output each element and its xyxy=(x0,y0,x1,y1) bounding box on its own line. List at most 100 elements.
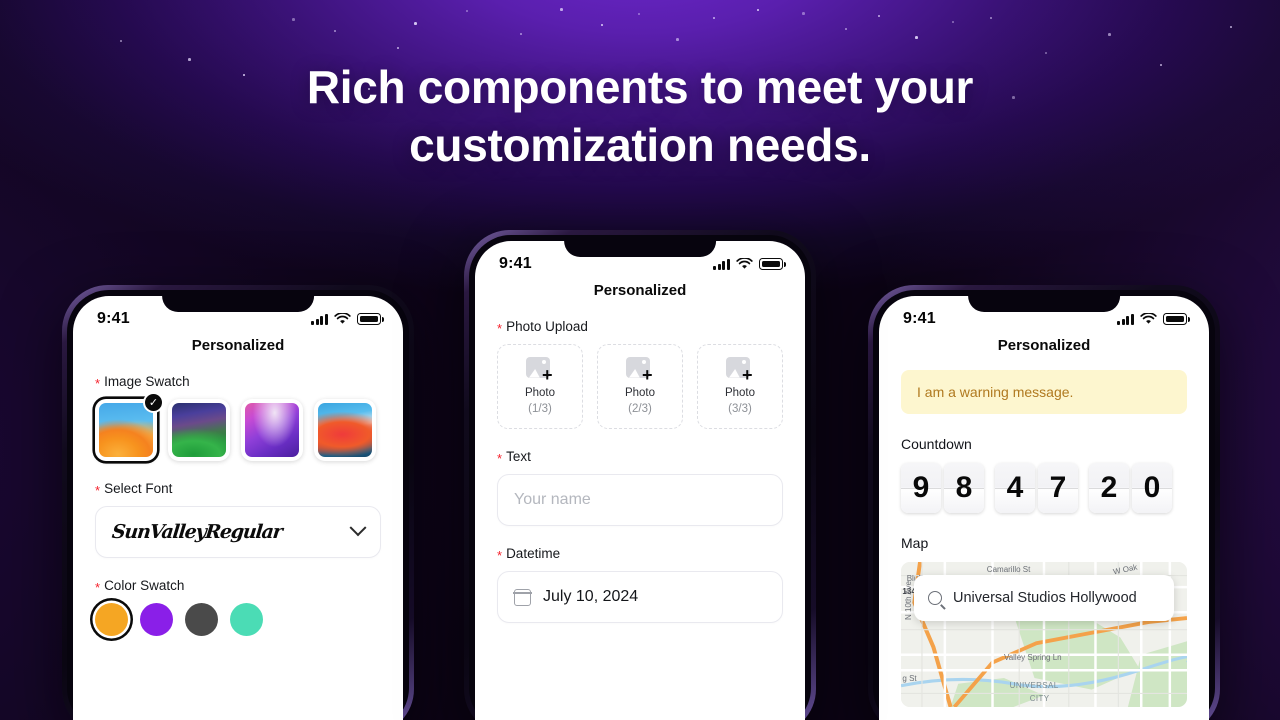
photo-upload-slot-2[interactable]: + Photo (2/3) xyxy=(597,344,683,429)
image-swatch-option-2[interactable] xyxy=(168,399,230,461)
map-widget[interactable]: Camarillo St Bluff St W Oak 134 N 10th A… xyxy=(901,562,1187,707)
image-swatch-option-1[interactable]: ✓ xyxy=(95,392,164,461)
countdown-digit: 7 xyxy=(1038,463,1078,513)
photo-upload-group: + Photo (1/3) + Photo (2/3) + Photo (3/3… xyxy=(497,344,783,429)
check-icon: ✓ xyxy=(143,392,164,413)
photo-upload-slot-3[interactable]: + Photo (3/3) xyxy=(697,344,783,429)
phone-center-body: * Photo Upload + Photo (1/3) + Photo (2/… xyxy=(475,319,805,623)
map-label: Map xyxy=(901,535,929,551)
map-search-box[interactable]: Universal Studios Hollywood xyxy=(914,575,1174,621)
select-font-dropdown[interactable]: SunValleyRegular xyxy=(95,506,381,558)
required-asterisk: * xyxy=(497,451,503,466)
battery-icon xyxy=(759,258,786,270)
status-icons xyxy=(1117,313,1190,325)
image-swatch-label: * Image Swatch xyxy=(95,374,381,391)
cellular-bars-icon xyxy=(1117,313,1134,325)
select-font-value: SunValleyRegular xyxy=(110,521,283,543)
cellular-bars-icon xyxy=(713,258,730,270)
countdown-digit: 4 xyxy=(995,463,1035,513)
search-icon xyxy=(928,591,942,605)
countdown-widget: 9 8 4 7 2 0 xyxy=(901,463,1187,513)
status-icons xyxy=(713,258,786,270)
image-plus-icon: + xyxy=(726,356,754,384)
image-swatch-option-3[interactable] xyxy=(241,399,303,461)
color-swatch-option-3[interactable] xyxy=(185,603,218,636)
page-headline: Rich components to meet your customizati… xyxy=(0,58,1280,175)
countdown-group-2: 4 7 xyxy=(995,463,1078,513)
calendar-icon xyxy=(513,588,532,606)
required-asterisk: * xyxy=(497,321,503,336)
battery-icon xyxy=(1163,313,1190,325)
map-street-label: Valley Spring Ln xyxy=(1003,653,1062,663)
photo-slot-title: Photo xyxy=(624,386,656,399)
status-time: 9:41 xyxy=(499,255,532,272)
nav-title: Personalized xyxy=(191,337,285,354)
image-plus-icon: + xyxy=(526,356,554,384)
text-field-label: * Text xyxy=(497,449,783,466)
warning-message: I am a warning message. xyxy=(917,384,1074,400)
phone-right-body: I am a warning message. Countdown 9 8 4 … xyxy=(879,370,1209,707)
required-asterisk: * xyxy=(95,376,101,391)
image-plus-icon: + xyxy=(626,356,654,384)
phone-left-body: * Image Swatch ✓ * Select Font SunValley… xyxy=(73,374,403,636)
label-text: Image Swatch xyxy=(104,374,190,389)
color-swatch-option-4[interactable] xyxy=(230,603,263,636)
required-asterisk: * xyxy=(95,580,101,595)
nav-title: Personalized xyxy=(997,337,1091,354)
color-swatch-option-1[interactable] xyxy=(95,603,128,636)
phone-left-screen: 9:41 Personalized * Image Swatch ✓ * Sel… xyxy=(73,296,403,720)
map-street-label: Camarillo St xyxy=(986,564,1031,574)
wallpaper-ventura-thumb xyxy=(99,403,153,457)
countdown-digit: 8 xyxy=(944,463,984,513)
status-icons xyxy=(311,313,384,325)
wifi-icon xyxy=(334,313,351,324)
required-asterisk: * xyxy=(497,548,503,563)
map-search-value: Universal Studios Hollywood xyxy=(953,590,1137,606)
photo-upload-slot-1[interactable]: + Photo (1/3) xyxy=(497,344,583,429)
countdown-digit: 2 xyxy=(1089,463,1129,513)
datetime-picker[interactable]: July 10, 2024 xyxy=(497,571,783,623)
photo-upload-label: * Photo Upload xyxy=(497,319,783,336)
countdown-digit: 0 xyxy=(1132,463,1172,513)
countdown-label: Countdown xyxy=(901,436,972,452)
photo-slot-count: (3/3) xyxy=(728,403,752,415)
required-asterisk: * xyxy=(95,483,101,498)
map-area-label: UNIVERSAL xyxy=(1009,680,1059,690)
label-text: Photo Upload xyxy=(506,319,588,334)
phone-right-frame: 9:41 Personalized I am a warning message… xyxy=(873,290,1215,720)
notch xyxy=(162,296,314,312)
phone-center: 9:41 Personalized * Photo Upload + Photo… xyxy=(464,230,816,720)
wifi-icon xyxy=(736,258,753,269)
datetime-label: * Datetime xyxy=(497,546,783,563)
label-text: Select Font xyxy=(104,481,173,496)
phone-right: 9:41 Personalized I am a warning message… xyxy=(868,285,1220,720)
wifi-icon xyxy=(1140,313,1157,324)
phone-left-frame: 9:41 Personalized * Image Swatch ✓ * Sel… xyxy=(67,290,409,720)
map-area-label: CITY xyxy=(1029,693,1050,703)
map-street-label: g St xyxy=(902,673,917,683)
phone-center-frame: 9:41 Personalized * Photo Upload + Photo… xyxy=(469,235,811,720)
countdown-digit: 9 xyxy=(901,463,941,513)
phone-left: 9:41 Personalized * Image Swatch ✓ * Sel… xyxy=(62,285,414,720)
datetime-value: July 10, 2024 xyxy=(543,588,639,605)
text-input-wrapper[interactable]: Your name xyxy=(497,474,783,526)
wallpaper-sonoma-thumb xyxy=(172,403,226,457)
text-input-placeholder: Your name xyxy=(514,491,591,508)
status-time: 9:41 xyxy=(903,310,936,327)
phone-center-screen: 9:41 Personalized * Photo Upload + Photo… xyxy=(475,241,805,720)
notch xyxy=(564,241,716,257)
countdown-group-1: 9 8 xyxy=(901,463,984,513)
wallpaper-monterey-thumb xyxy=(245,403,299,457)
select-font-label: * Select Font xyxy=(95,481,381,498)
map-street-label: N 10th Ave xyxy=(903,581,913,620)
warning-banner: I am a warning message. xyxy=(901,370,1187,414)
notch xyxy=(968,296,1120,312)
photo-slot-title: Photo xyxy=(724,386,756,399)
photo-slot-count: (1/3) xyxy=(528,403,552,415)
color-swatch-label: * Color Swatch xyxy=(95,578,381,595)
color-swatch-option-2[interactable] xyxy=(140,603,173,636)
image-swatch-option-4[interactable] xyxy=(314,399,376,461)
label-text: Datetime xyxy=(506,546,561,561)
color-swatch-group xyxy=(95,603,381,636)
nav-title: Personalized xyxy=(593,282,687,299)
